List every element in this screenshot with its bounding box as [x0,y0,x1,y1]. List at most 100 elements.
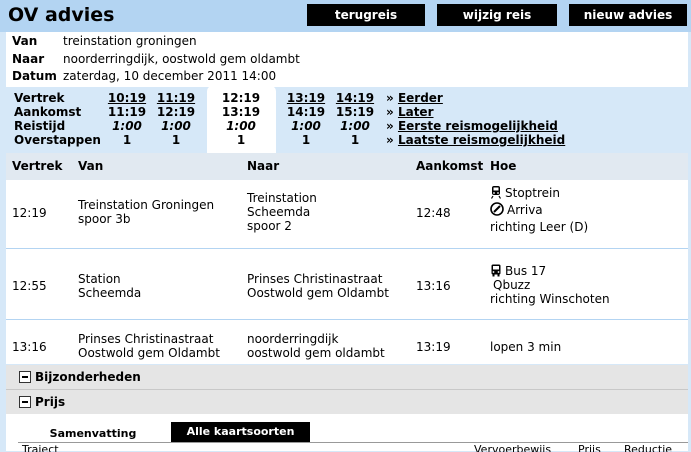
row-from-line1: Prinses Christinastraat [78,332,214,346]
arriva-logo-icon [490,202,504,216]
row-to: noorderringdijk oostwold gem oldambt [247,332,385,360]
option-1-arrival: 11:19 [107,105,147,119]
row-arrival: 13:19 [416,340,451,354]
option-3-duration: 1:00 [226,119,256,133]
row-from-line1: Treinstation Groningen [78,198,215,212]
nav-prefix: » [386,91,394,105]
table-row: 13:16 Prinses Christinastraat Oostwold g… [6,320,688,364]
option-label-reistijd: Reistijd [14,119,66,133]
col-header-aankomst: Aankomst [416,159,484,173]
option-4-duration: 1:00 [291,119,321,133]
col-header-vertrek: Vertrek [12,159,63,173]
row-departure: 13:16 [12,340,47,354]
row-how: Bus 17 Qbuzz richting Winschoten [490,263,610,306]
bus-icon [491,264,501,277]
new-advice-button[interactable]: nieuw advies [569,4,687,26]
row-how: Stoptrein Arriva richting Leer (D) [490,185,588,236]
page-title: OV advies [8,4,115,26]
first-option-link[interactable]: Eerste reismogelijkheid [398,119,558,133]
table-row: 12:55 Station Scheemda Prinses Christina… [6,249,688,319]
train-icon [490,186,502,199]
option-1-transfers: 1 [122,133,132,147]
row-to-line2: Scheemda [247,205,311,219]
last-option-link-row: » Laatste reismogelijkheid [386,133,565,147]
row-how-line2: Arriva [490,202,588,219]
transport-type: Stoptrein [505,186,560,200]
option-label-vertrek: Vertrek [14,91,65,105]
tab-summary[interactable]: Samenvatting [33,424,153,444]
option-4-arrival: 14:19 [286,105,326,119]
col-header-naar: Naar [247,159,280,173]
row-from-line1: Station [78,272,121,286]
nav-prefix: » [386,105,394,119]
option-2-transfers: 1 [171,133,181,147]
operator: Arriva [507,203,543,217]
price-panel: Samenvatting Alle kaartsoorten Traject V… [6,414,688,452]
row-how-line3: richting Leer (D) [490,220,589,234]
row-to-line1: Treinstation [247,191,317,205]
details-section-toggle[interactable]: Bijzonderheden [6,365,688,390]
row-from: Treinstation Groningen spoor 3b [78,198,214,226]
collapse-icon [19,396,31,408]
row-from-line2: Scheemda [78,286,142,300]
option-1-duration: 1:00 [112,119,142,133]
row-to-line2: oostwold gem oldambt [247,346,385,360]
row-to: Prinses Christinastraat Oostwold gem Old… [247,272,389,300]
option-2-departure[interactable]: 11:19 [154,91,198,105]
row-how-line1: Stoptrein [490,185,588,202]
to-value: noorderringdijk, oostwold gem oldambt [63,52,300,66]
date-label: Datum [12,69,57,83]
date-row: Datum zaterdag, 10 december 2011 14:00 [12,68,276,85]
to-label: Naar [12,52,45,66]
row-how-line1: Bus 17 [490,263,610,278]
later-link[interactable]: Later [398,105,434,119]
option-2-arrival: 12:19 [156,105,196,119]
operator: Qbuzz [493,278,531,292]
collapse-icon [19,371,31,383]
col-header-hoe: Hoe [490,159,517,173]
row-from: Station Scheemda [78,272,141,300]
earlier-link-row: » Eerder [386,91,443,105]
later-link-row: » Later [386,105,434,119]
option-3-arrival: 13:19 [221,105,261,119]
option-2-duration: 1:00 [161,119,191,133]
transport-type: Bus 17 [505,264,547,278]
row-departure: 12:55 [12,279,47,293]
trip-info-panel: Van treinstation groningen Naar noorderrin… [6,32,688,87]
row-to: Treinstation Scheemda spoor 2 [247,191,317,233]
earlier-link[interactable]: Eerder [398,91,443,105]
option-label-aankomst: Aankomst [14,105,82,119]
row-to-line1: Prinses Christinastraat [247,272,383,286]
row-how-line3: richting Winschoten [490,292,610,306]
row-from-line2: spoor 3b [78,212,131,226]
row-to-line1: noorderringdijk [247,332,339,346]
option-5-arrival: 15:19 [335,105,375,119]
price-section-title: Prijs [35,395,66,409]
change-trip-button[interactable]: wijzig reis [437,4,557,26]
route-table-header: Vertrek Van Naar Aankomst Hoe [6,153,688,180]
row-arrival: 12:48 [416,206,451,220]
nav-prefix: » [386,119,394,133]
row-from-line2: Oostwold gem Oldambt [78,346,220,360]
row-how: lopen 3 min [490,340,562,354]
tab-all-ticket-types[interactable]: Alle kaartsoorten [171,422,310,442]
option-4-departure[interactable]: 13:19 [284,91,328,105]
option-4-transfers: 1 [301,133,311,147]
row-to-line3: spoor 2 [247,219,292,233]
last-option-link[interactable]: Laatste reismogelijkheid [398,133,565,147]
first-option-link-row: » Eerste reismogelijkheid [386,119,558,133]
row-arrival: 13:16 [416,279,451,293]
option-5-transfers: 1 [350,133,360,147]
return-trip-button[interactable]: terugreis [307,4,425,26]
nav-prefix: » [386,133,394,147]
price-section-toggle[interactable]: Prijs [6,390,688,415]
option-5-departure[interactable]: 14:19 [333,91,377,105]
to-row: Naar noorderringdijk, oostwold gem oldamb… [12,51,300,68]
table-row: 12:19 Treinstation Groningen spoor 3b Tr… [6,180,688,248]
option-label-overstappen: Overstappen [14,133,101,147]
details-section-title: Bijzonderheden [35,370,141,384]
option-3-transfers: 1 [236,133,246,147]
option-1-departure[interactable]: 10:19 [105,91,149,105]
date-value: zaterdag, 10 december 2011 14:00 [63,69,277,83]
option-3-departure: 12:19 [221,91,261,105]
